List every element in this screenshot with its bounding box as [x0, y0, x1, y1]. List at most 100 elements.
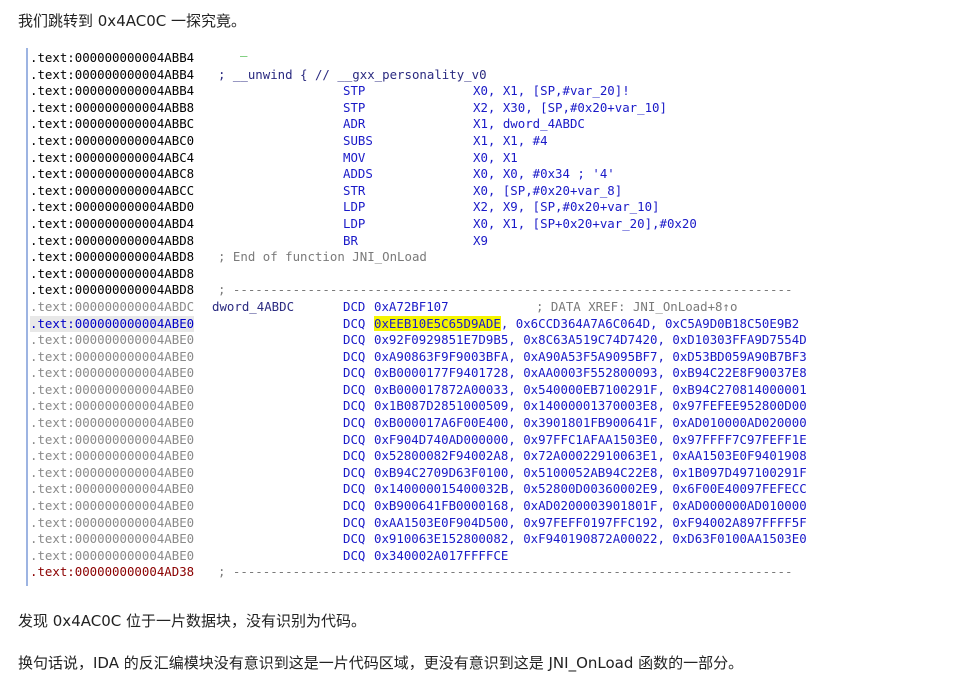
code-line[interactable]: .text:000000000004ABB4 STP X0, X1, [SP,#va…: [30, 83, 630, 100]
line-address: .text:000000000004ABD0: [30, 199, 195, 215]
code-line[interactable]: .text:000000000004ABE0 DCQ 0xB900641FB0000…: [30, 498, 807, 515]
code-line[interactable]: .text:000000000004ABE0 DCQ 0x1400000154000…: [30, 481, 807, 498]
line-address: .text:000000000004ABB4: [30, 66, 195, 82]
code-line[interactable]: .text:000000000004ABE0 DCQ 0xEEB10E5C65D9A…: [30, 315, 799, 333]
code-line[interactable]: .text:000000000004ABB4: [30, 50, 194, 67]
intro-paragraph: 我们跳转到 0x4AC0C 一探究竟。: [18, 12, 246, 30]
xref-comment: ; DATA XREF: JNI_OnLoad+8↑o: [536, 298, 738, 314]
line-address: .text:000000000004ABE0: [30, 514, 195, 530]
data-value-list: 0xF904D740AD000000, 0x97FFC1AFAA1503E0, …: [374, 431, 807, 447]
code-line[interactable]: .text:000000000004ABE0 DCQ 0x52800082F9400…: [30, 448, 807, 465]
line-comment: ; --------------------------------------…: [218, 564, 793, 580]
code-line[interactable]: .text:000000000004ABE0 DCQ 0x1B087D2851000…: [30, 398, 807, 415]
outro-paragraph-2: 换句话说，IDA 的反汇编模块没有意识到这是一片代码区域，更没有意识到这是 JN…: [18, 654, 744, 672]
code-line[interactable]: .text:000000000004ABD4 LDP X0, X1, [SP+0x2…: [30, 215, 697, 233]
code-line[interactable]: .text:000000000004ABE0 DCQ 0xB000017A6F00E…: [30, 415, 807, 432]
instruction-operands: X2, X30, [SP,#0x20+var_10]: [473, 99, 667, 115]
line-address: .text:000000000004ABC8: [30, 166, 195, 182]
instruction-mnemonic: STP: [343, 83, 366, 99]
code-line[interactable]: .text:000000000004ABB8 STP X2, X30, [SP,#0…: [30, 100, 667, 117]
line-address: .text:000000000004ABDC: [30, 298, 195, 314]
code-line[interactable]: .text:000000000004ABD0 LDP X2, X9, [SP,#0x…: [30, 199, 660, 216]
data-values: 0x340002A017FFFFCE: [374, 548, 508, 565]
code-line[interactable]: .text:000000000004ABDC dword_4ABDC DCD 0xA7…: [30, 298, 737, 316]
data-directive: DCQ: [343, 514, 366, 530]
instruction-operands: X0, X1, [SP,#var_20]!: [473, 83, 630, 99]
code-line[interactable]: .text:000000000004ABD8 ; End of function …: [30, 249, 427, 266]
code-line[interactable]: .text:000000000004ABC0 SUBS X1, X1, #4: [30, 132, 548, 150]
data-directive: DCQ: [343, 498, 366, 514]
line-address: .text:000000000004ABE0: [30, 348, 195, 364]
code-line[interactable]: .text:000000000004ABE0 DCQ 0xAA1503E0F904D…: [30, 514, 807, 532]
instruction-operands: X0, X1: [473, 149, 518, 165]
data-values: 0xB94C2709D63F0100, 0x5100052AB94C22E8, …: [374, 465, 807, 482]
code-line[interactable]: .text:000000000004ABD8: [30, 266, 194, 283]
data-directive: DCD: [343, 298, 366, 314]
data-values: 0xB900641FB0000168, 0xAD0200003901801F, …: [374, 498, 807, 515]
instruction-mnemonic: LDP: [343, 215, 366, 231]
data-values: 0x92F0929851E7D9B5, 0x8C63A519C74D7420, …: [374, 332, 807, 349]
data-values: 0xA90863F9F9003BFA, 0xA90A53F5A9095BF7, …: [374, 349, 807, 366]
code-line[interactable]: .text:000000000004ABE0 DCQ 0xB0000177F9401…: [30, 365, 807, 382]
code-line[interactable]: .text:000000000004ABE0 DCQ 0x340002A017FFF…: [30, 548, 508, 565]
instruction-operands: X1, dword_4ABDC: [473, 116, 585, 132]
line-address: .text:000000000004ABB4: [30, 83, 195, 99]
line-address: .text:000000000004ABE0: [30, 498, 195, 514]
ida-disassembly-view[interactable]: _ .text:000000000004ABB4 .text:00000000000…: [20, 42, 955, 590]
data-value-list: 0xB94C2709D63F0100, 0x5100052AB94C22E8, …: [374, 464, 807, 480]
instruction-operands: X9: [473, 232, 488, 248]
data-values: 0xEEB10E5C65D9ADE, 0x6CCD364A7A6C064D, 0…: [374, 315, 799, 333]
line-address: .text:000000000004AD38: [30, 564, 195, 580]
data-value-list: 0xA90863F9F9003BFA, 0xA90A53F5A9095BF7, …: [374, 348, 807, 364]
line-address: .text:000000000004ABE0: [30, 464, 195, 480]
instruction-mnemonic: STP: [343, 99, 366, 115]
instruction-operands: X1, X1, #4: [473, 132, 548, 148]
code-line[interactable]: .text:000000000004ABE0 DCQ 0x910063E152800…: [30, 531, 807, 548]
code-line[interactable]: .text:000000000004ABC4 MOV X0, X1: [30, 149, 518, 167]
instruction-mnemonic: ADR: [343, 116, 366, 132]
code-line[interactable]: .text:000000000004ABCC STR X0, [SP,#0x20+v…: [30, 183, 622, 200]
line-address: .text:000000000004ABD4: [30, 215, 195, 231]
code-line[interactable]: .text:000000000004ABB4 ; __unwind { // __…: [30, 66, 487, 84]
line-address: .text:000000000004ABC4: [30, 149, 195, 165]
code-line[interactable]: .text:000000000004AD38 ; ----------------…: [30, 564, 792, 581]
data-directive: DCQ: [343, 415, 366, 431]
code-line[interactable]: .text:000000000004ABE0 DCQ 0x92F0929851E7D…: [30, 332, 807, 349]
data-directive: DCQ: [343, 332, 366, 348]
data-directive: DCQ: [343, 365, 366, 381]
line-address: .text:000000000004ABE0: [30, 315, 195, 331]
code-line[interactable]: .text:000000000004ABE0 DCQ 0xB94C2709D63F0…: [30, 464, 807, 482]
data-value: 0xA72BF107: [374, 298, 449, 314]
line-address: .text:000000000004ABE0: [30, 531, 195, 547]
code-line[interactable]: .text:000000000004ABBC ADR X1, dword_4ABDC: [30, 116, 585, 133]
code-line[interactable]: .text:000000000004ABE0 DCQ 0xB000017872A00…: [30, 382, 807, 399]
data-directive: DCQ: [343, 398, 366, 414]
code-line[interactable]: .text:000000000004ABE0 DCQ 0xA90863F9F9003…: [30, 348, 807, 366]
data-directive: DCQ: [343, 481, 366, 497]
line-address: .text:000000000004ABB4: [30, 50, 195, 65]
data-directive: DCQ: [343, 381, 366, 397]
data-values: 0xB000017872A00033, 0x540000EB7100291F, …: [374, 382, 807, 399]
line-address: .text:000000000004ABE0: [30, 481, 195, 497]
line-address: .text:000000000004ABC0: [30, 132, 195, 148]
data-values: 0xB0000177F9401728, 0xAA0003F552800093, …: [374, 365, 807, 382]
instruction-mnemonic: ADDS: [343, 166, 373, 182]
line-address: .text:000000000004ABD8: [30, 265, 195, 281]
data-values: 0x1B087D2851000509, 0x14000001370003E8, …: [374, 398, 807, 415]
line-comment: ; --------------------------------------…: [218, 282, 793, 298]
data-values: 0xAA1503E0F904D500, 0x97FEFF0197FFC192, …: [374, 515, 807, 532]
line-comment: ; __unwind { // __gxx_personality_v0: [218, 66, 487, 82]
code-line[interactable]: .text:000000000004ABE0 DCQ 0xF904D740AD000…: [30, 432, 807, 449]
data-directive: DCQ: [343, 431, 366, 447]
data-directive: DCQ: [343, 531, 366, 547]
data-directive: DCQ: [343, 448, 366, 464]
instruction-mnemonic: STR: [343, 182, 366, 198]
code-line[interactable]: .text:000000000004ABD8 BR X9: [30, 233, 488, 250]
data-values: 0x910063E152800082, 0xF940190872A00022, …: [374, 531, 807, 548]
line-address: .text:000000000004ABE0: [30, 398, 195, 414]
code-line[interactable]: .text:000000000004ABD8 ; ----------------…: [30, 282, 792, 299]
data-directive: DCQ: [343, 547, 366, 563]
line-address: .text:000000000004ABD8: [30, 282, 195, 298]
disassembly-lines: _ .text:000000000004ABB4 .text:00000000000…: [30, 42, 807, 581]
code-line[interactable]: .text:000000000004ABC8 ADDS X0, X0, #0x34 …: [30, 166, 615, 183]
